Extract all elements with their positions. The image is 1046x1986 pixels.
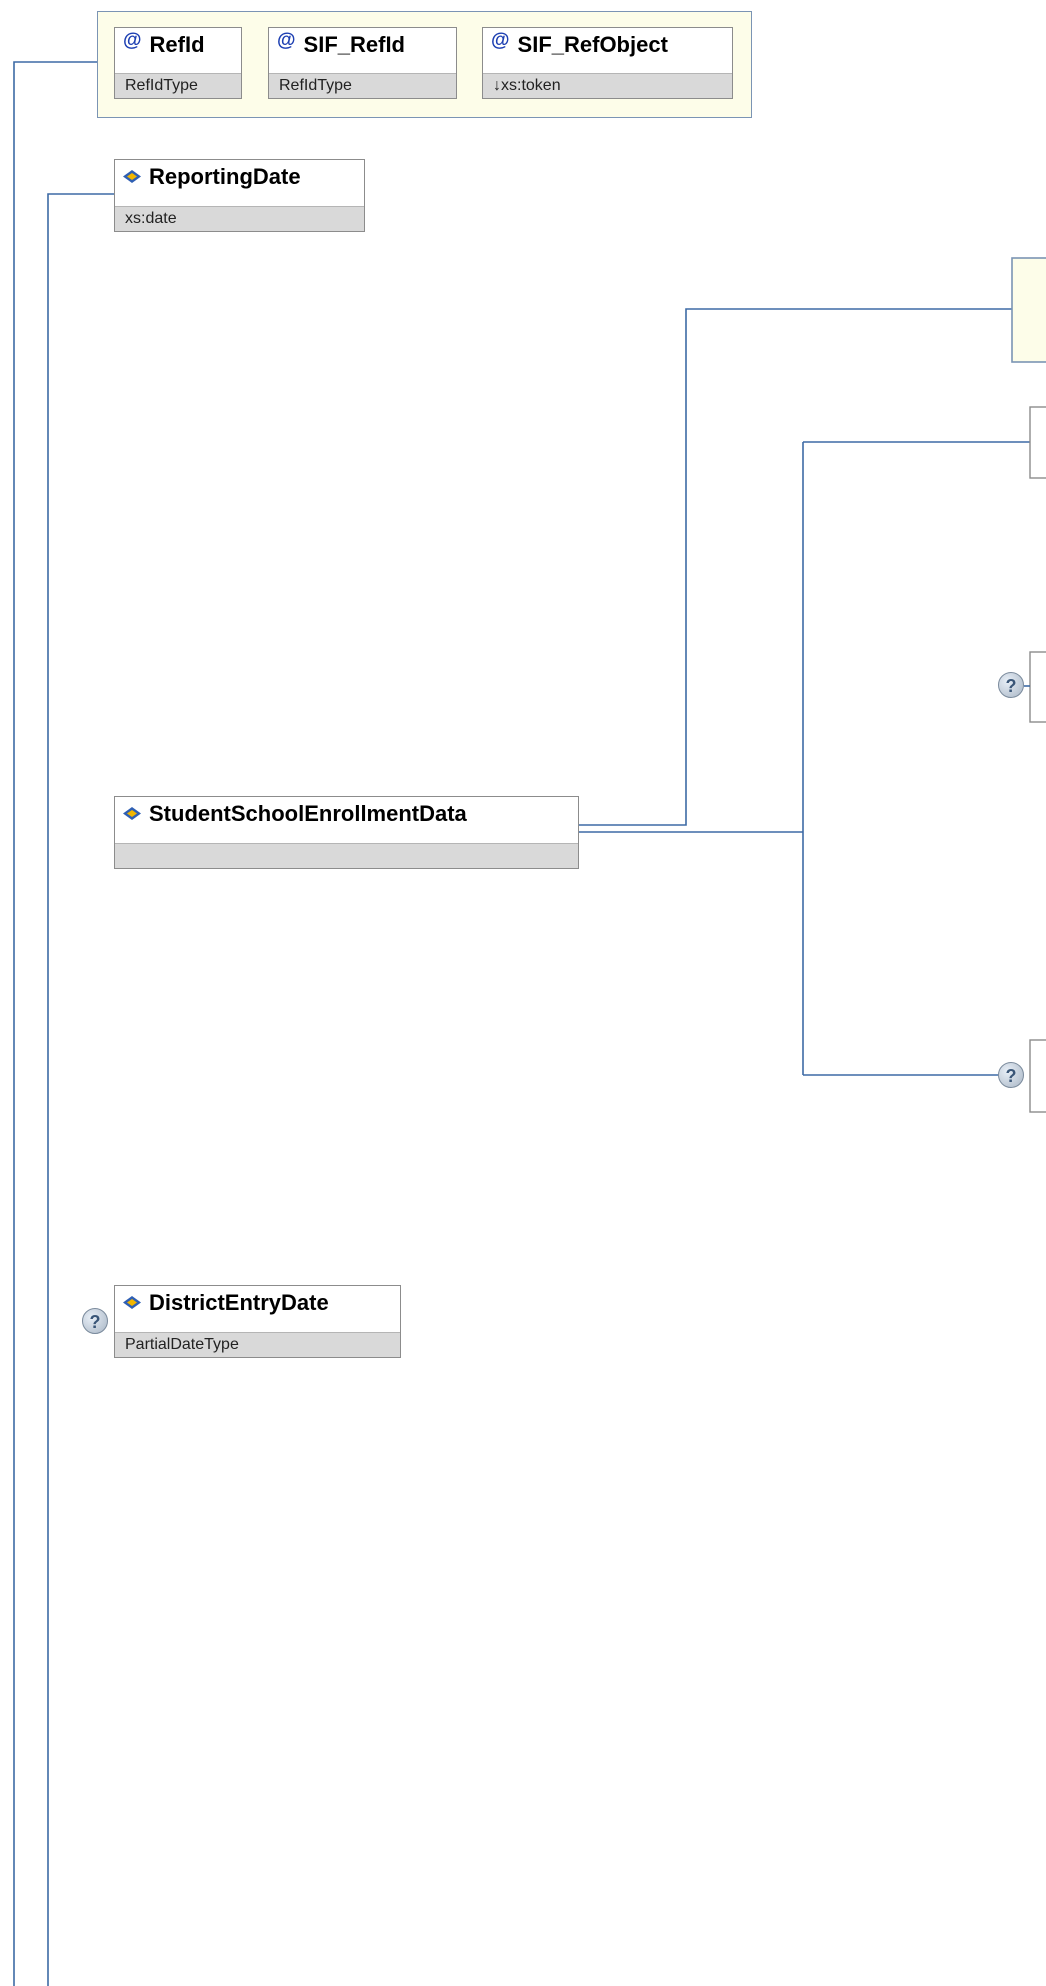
element-name: DistrictEntryDate	[149, 1289, 329, 1315]
attribute-name: RefId	[149, 31, 205, 57]
element-student-school-enrollment-data[interactable]: StudentSchoolEnrollmentData	[114, 796, 579, 869]
question-mark-icon: ?	[82, 1308, 108, 1334]
at-icon: @	[277, 29, 296, 51]
enrollment-attr-branch	[578, 308, 1012, 826]
element-reporting-date[interactable]: ReportingDate xs:date	[114, 159, 365, 232]
clipped-node-2	[1029, 651, 1046, 723]
element-type	[115, 843, 578, 868]
clipped-node-1	[1029, 406, 1046, 479]
clipped-attr-group	[1011, 257, 1046, 363]
element-name: ReportingDate	[149, 163, 301, 189]
element-type: xs:date	[115, 206, 364, 231]
question-mark-icon: ?	[998, 672, 1024, 698]
element-district-entry-date[interactable]: DistrictEntryDate PartialDateType	[114, 1285, 401, 1358]
element-diamond-icon	[123, 807, 141, 820]
sequence-spine-line	[47, 193, 114, 1986]
element-name: StudentSchoolEnrollmentData	[149, 800, 467, 826]
element-diamond-icon	[123, 1296, 141, 1309]
attribute-type: RefIdType	[115, 73, 241, 98]
attribute-sif-refobject[interactable]: @ SIF_RefObject ↓xs:token	[482, 27, 733, 99]
attribute-name: SIF_RefObject	[517, 31, 668, 57]
attribute-name: SIF_RefId	[303, 31, 405, 57]
at-icon: @	[123, 29, 142, 51]
question-mark-icon: ?	[998, 1062, 1024, 1088]
element-type: PartialDateType	[115, 1332, 400, 1357]
attribute-sif-refid[interactable]: @ SIF_RefId RefIdType	[268, 27, 457, 99]
connector-lines	[13, 61, 1046, 1986]
element-diamond-icon	[123, 170, 141, 183]
clipped-node-3	[1029, 1039, 1046, 1113]
spine-line	[13, 61, 98, 1986]
attribute-refid[interactable]: @ RefId RefIdType	[114, 27, 242, 99]
attribute-type: ↓xs:token	[483, 73, 732, 98]
at-icon: @	[491, 29, 510, 51]
attribute-type: RefIdType	[269, 73, 456, 98]
